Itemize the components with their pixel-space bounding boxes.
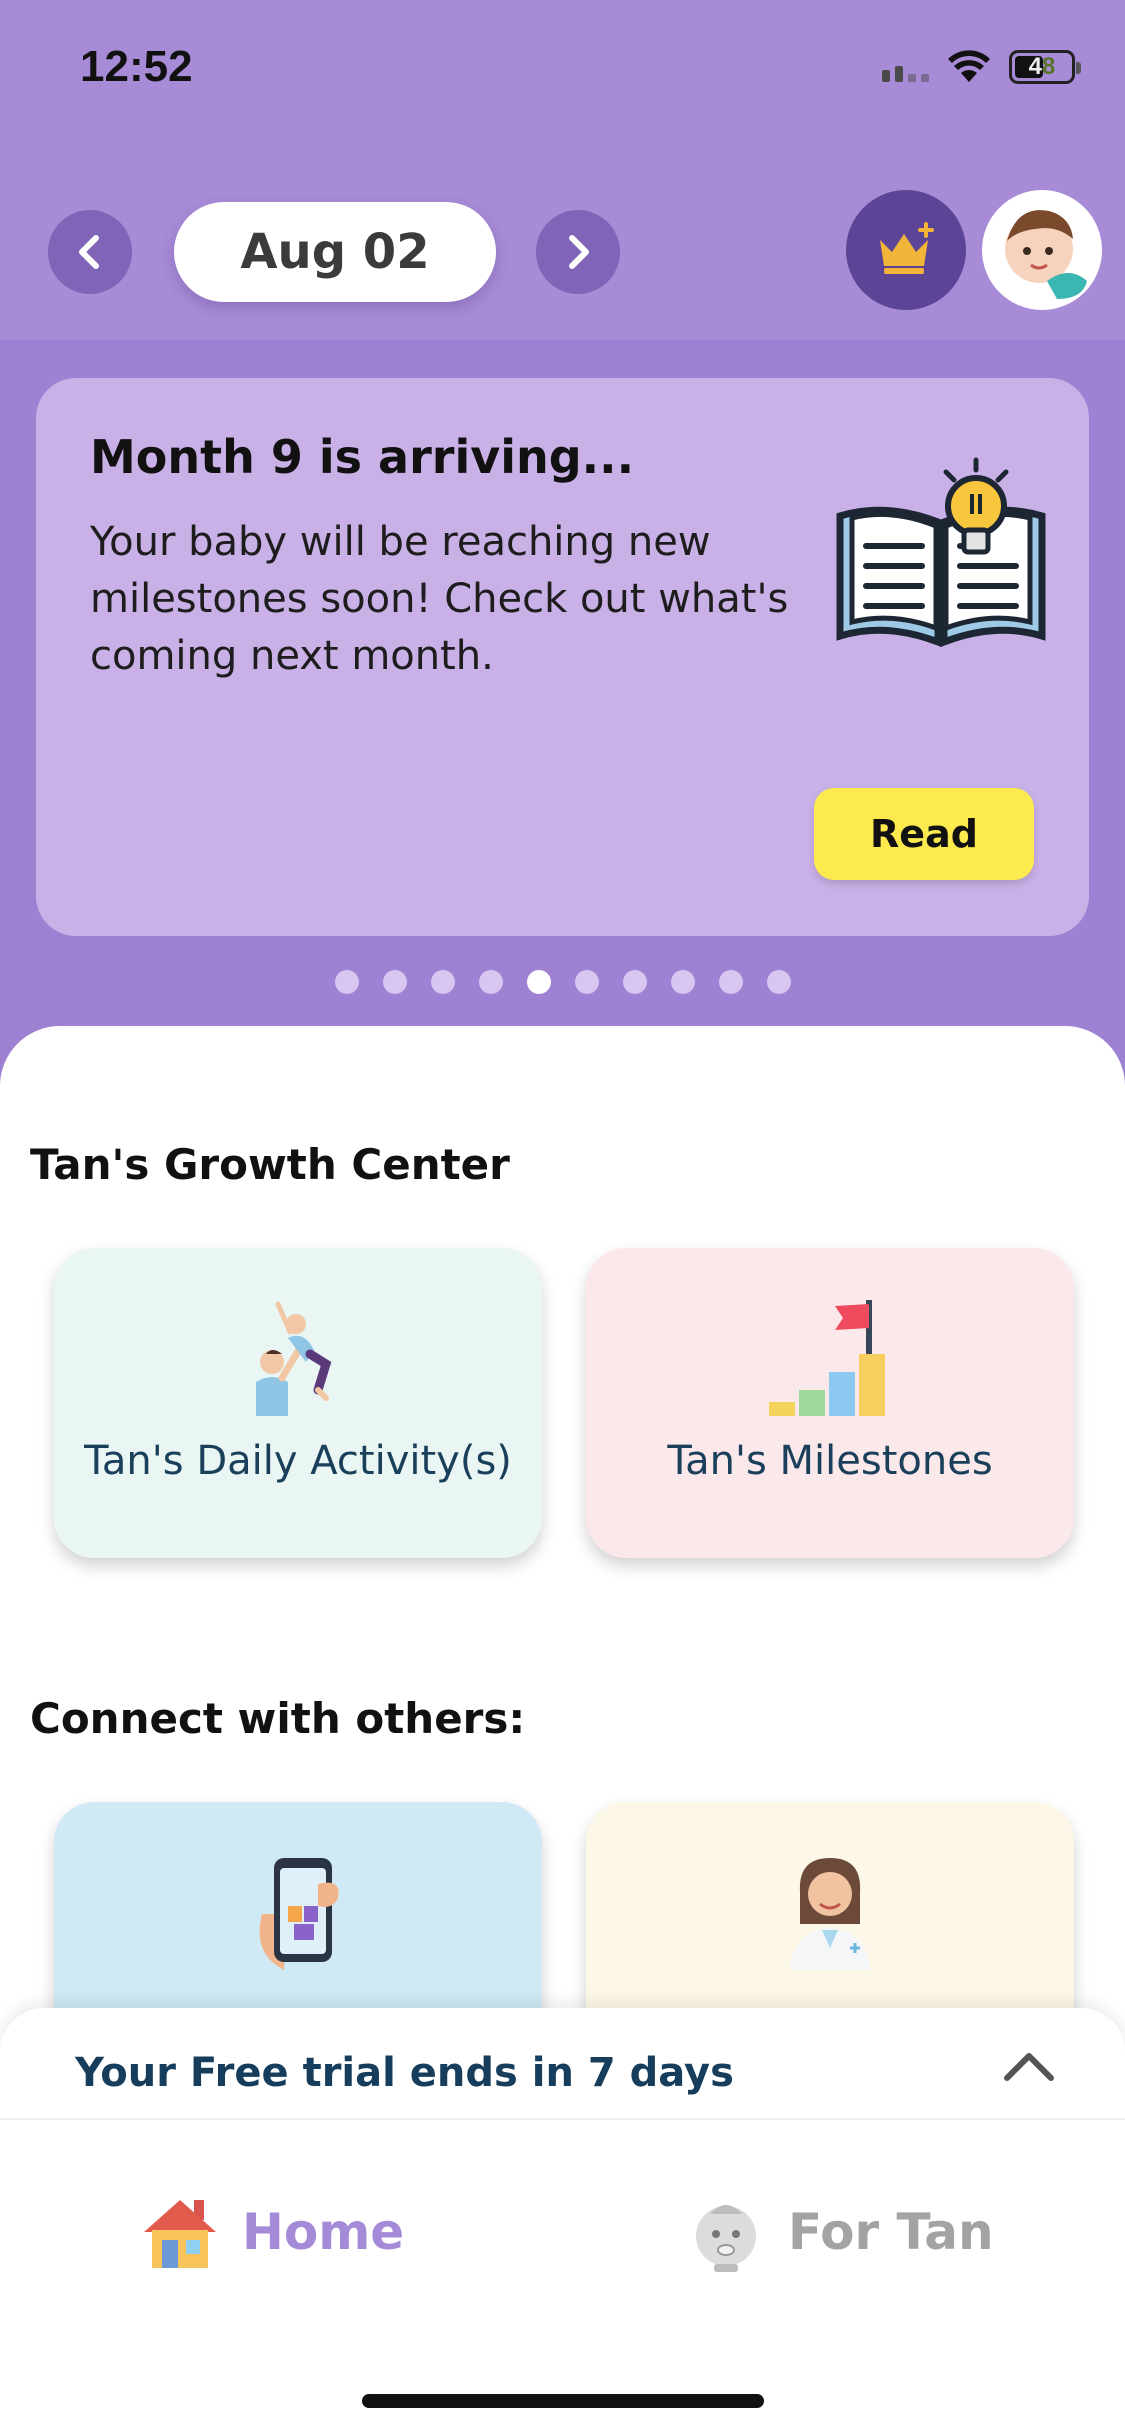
crown-icon <box>880 222 934 274</box>
carousel-dot[interactable] <box>334 970 359 994</box>
date-selector[interactable]: Aug 02 <box>174 202 496 302</box>
carousel-pagination[interactable] <box>0 970 1125 994</box>
tab-bar: Home For Tan <box>0 2120 1125 2436</box>
battery-level: 48 <box>1028 53 1056 80</box>
tab-home[interactable]: Home <box>140 2192 404 2272</box>
wifi-icon <box>948 50 990 82</box>
milestone-flag-chart-icon <box>769 1300 885 1416</box>
free-trial-banner[interactable]: Your Free trial ends in 7 days <box>0 2008 1125 2120</box>
parent-lifting-baby-icon <box>256 1301 332 1416</box>
previous-day-button[interactable] <box>48 210 132 294</box>
status-time: 12:52 <box>80 42 193 91</box>
carousel-dot[interactable] <box>478 970 503 994</box>
banner-title: Month 9 is arriving... <box>90 430 635 484</box>
banner-text: Your baby will be reaching new milestone… <box>90 519 789 679</box>
connect-title: Connect with others: <box>30 1694 526 1743</box>
milestones-label: Tan's Milestones <box>667 1438 993 1484</box>
carousel-dot[interactable] <box>718 970 743 994</box>
carousel-dot[interactable] <box>670 970 695 994</box>
milestones-tile[interactable]: Tan's Milestones <box>586 1248 1074 1558</box>
house-icon <box>144 2200 216 2268</box>
banner-card[interactable]: Month 9 is arriving... Your baby will be… <box>36 378 1089 936</box>
free-trial-text: Your Free trial ends in 7 days <box>75 2050 734 2096</box>
carousel-dot[interactable] <box>574 970 599 994</box>
daily-activity-tile[interactable]: Tan's Daily Activity(s) <box>54 1248 542 1558</box>
battery-icon: 48 <box>1009 50 1081 84</box>
status-bar: 12:52 48 <box>0 0 1125 140</box>
chevron-right-icon <box>569 235 589 269</box>
chevron-left-icon <box>79 235 99 269</box>
doctor-icon <box>790 1858 870 1970</box>
cellular-signal-icon <box>882 52 929 82</box>
premium-button[interactable] <box>846 190 966 310</box>
baby-avatar-icon <box>1005 210 1087 299</box>
status-icons: 48 <box>882 50 1081 84</box>
carousel-dot[interactable] <box>766 970 791 994</box>
open-book-lightbulb-icon <box>836 457 1046 648</box>
home-indicator <box>362 2394 764 2408</box>
carousel-dot[interactable] <box>382 970 407 994</box>
tab-home-label: Home <box>242 2203 405 2261</box>
baby-avatar[interactable] <box>982 190 1102 310</box>
daily-activity-label: Tan's Daily Activity(s) <box>84 1438 512 1484</box>
tab-for-tan[interactable]: For Tan <box>686 2192 994 2272</box>
read-button[interactable]: Read <box>814 788 1034 880</box>
next-day-button[interactable] <box>536 210 620 294</box>
carousel-dot[interactable] <box>430 970 455 994</box>
carousel-dot[interactable] <box>622 970 647 994</box>
growth-center-title: Tan's Growth Center <box>30 1140 510 1189</box>
chevron-up-icon[interactable] <box>1001 2048 1057 2084</box>
phone-gift-icon <box>259 1858 339 1970</box>
home-screen: 12:52 48 Aug 02 Month 9 is arriving... Y… <box>0 0 1125 2436</box>
carousel-dot-active[interactable] <box>526 970 551 994</box>
baby-face-icon <box>696 2205 756 2272</box>
tab-for-tan-label: For Tan <box>788 2203 994 2261</box>
